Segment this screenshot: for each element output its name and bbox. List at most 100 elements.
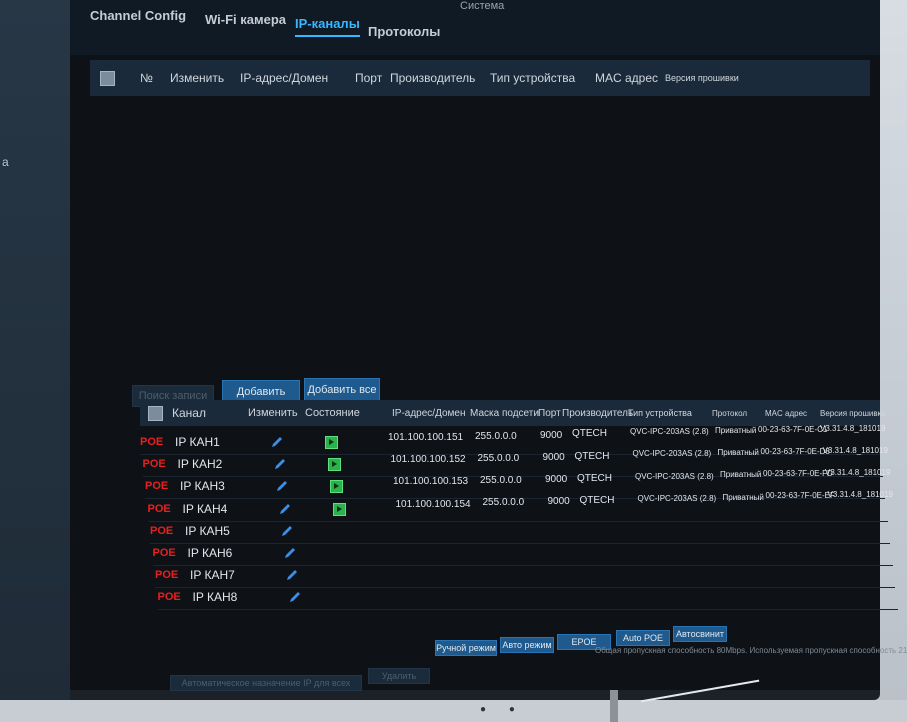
firmware-cell: V3.31.4.8_181019 — [825, 468, 891, 477]
mac-cell: 00-23-63-7F-0E-C1 — [758, 424, 828, 434]
channels-select-all-checkbox[interactable] — [148, 405, 163, 421]
channel-name: IP КАН4 — [182, 501, 228, 516]
device-type-cell: QVC-IPC-203AS (2.8) — [630, 427, 709, 437]
edit-pencil-icon[interactable] — [275, 479, 289, 493]
poe-label: POE — [152, 547, 176, 559]
col-mask: Маска подсети — [470, 407, 539, 419]
delete-button[interactable]: Удалить — [368, 668, 430, 684]
add-all-button[interactable]: Добавить все — [304, 378, 380, 402]
firmware-cell: V3.31.4.8_181019 — [822, 445, 888, 455]
edit-pencil-icon[interactable] — [280, 524, 294, 538]
top-nav: Channel Config Wi-Fi камера IP-каналы Пр… — [70, 0, 880, 55]
tab-channel-config[interactable]: Channel Config — [90, 8, 186, 23]
col-number: № — [140, 71, 153, 85]
monitor-stand — [610, 690, 618, 722]
search-table-header: № Изменить IP-адрес/Домен Порт Производи… — [90, 60, 870, 96]
status-play-icon[interactable] — [330, 480, 343, 494]
port-cell: 9000 — [540, 429, 563, 441]
tab-protocols[interactable]: Протоколы — [368, 24, 440, 39]
mask-cell: 255.0.0.0 — [480, 475, 522, 487]
protocol-cell: Приватный — [722, 492, 764, 502]
poe-label: POE — [157, 591, 181, 604]
col-vendor: Производитель — [390, 71, 476, 85]
auto-mode-button[interactable]: Авто режим — [500, 637, 554, 653]
port-cell: 9000 — [547, 496, 570, 508]
tab-system[interactable]: Система — [460, 0, 504, 12]
firmware-cell: V3.31.4.8_181019 — [820, 423, 886, 433]
tab-wifi-camera[interactable]: Wi-Fi камера — [205, 12, 286, 27]
col-firmware: Версия прошивки — [665, 73, 739, 83]
device-type-cell: QVC-IPC-203AS (2.8) — [632, 449, 712, 459]
edit-pencil-icon[interactable] — [270, 435, 284, 449]
protocol-cell: Приватный — [720, 470, 762, 480]
ip-cell: 101.100.100.151 — [388, 432, 464, 443]
port-cell: 9000 — [542, 451, 565, 463]
channel-name: IP КАН7 — [190, 568, 235, 583]
channel-name: IP КАН3 — [180, 479, 225, 494]
channel-name: IP КАН2 — [177, 457, 223, 472]
col-edit-ch: Изменить — [248, 407, 298, 419]
firmware-cell: V3.31.4.8_181019 — [827, 490, 893, 500]
side-label: a — [2, 155, 9, 169]
port-cell: 9000 — [545, 474, 568, 485]
col-vendor-ch: Производитель — [562, 407, 634, 419]
auto-button[interactable]: Автосвинит — [673, 626, 727, 642]
channel-name: IP КАН1 — [175, 435, 220, 449]
poe-label: POE — [142, 458, 166, 471]
table-row: POE IP КАН4 101.100.100.154 255.0.0.0 9000 QT… — [147, 490, 893, 522]
col-ip-ch: IP-адрес/Домен — [392, 407, 466, 419]
col-channel: Канал — [172, 406, 206, 420]
desk — [0, 700, 907, 722]
col-protocol: Протокол — [712, 408, 748, 418]
edit-pencil-icon[interactable] — [278, 502, 292, 516]
channel-name: IP КАН5 — [185, 523, 230, 538]
monitor-buttons: ● ● — [480, 704, 525, 715]
col-port-ch: Порт — [538, 407, 561, 419]
col-port: Порт — [355, 71, 383, 85]
mask-cell: 255.0.0.0 — [482, 497, 525, 509]
screen: Channel Config Wi-Fi камера IP-каналы Пр… — [70, 0, 907, 691]
auto-ip-assign-button[interactable]: Автоматическое назначение IP для всех — [170, 675, 362, 691]
vendor-cell: QTECH — [572, 428, 607, 440]
mask-cell: 255.0.0.0 — [475, 430, 517, 442]
vendor-cell: QTECH — [577, 472, 612, 484]
ip-cell: 101.100.100.152 — [390, 454, 466, 466]
vendor-cell: QTECH — [574, 450, 610, 462]
col-device-type-ch: Тип устройства — [628, 408, 692, 418]
col-edit: Изменить — [170, 71, 225, 85]
status-play-icon[interactable] — [332, 502, 346, 516]
tab-ip-channels[interactable]: IP-каналы — [295, 16, 360, 37]
edit-pencil-icon[interactable] — [283, 546, 297, 560]
ip-cell: 101.100.100.153 — [393, 476, 469, 488]
channel-table-header: Канал Изменить Состояние IP-адрес/Домен … — [140, 400, 886, 426]
status-play-icon[interactable] — [327, 458, 341, 472]
table-row: POE IP КАН5 — [150, 521, 890, 544]
manual-mode-button[interactable]: Ручной режим — [435, 640, 497, 656]
edit-pencil-icon[interactable] — [273, 457, 287, 471]
bandwidth-text: Общая пропускная способность 80Mbps. Исп… — [595, 646, 907, 655]
vendor-cell: QTECH — [579, 495, 615, 506]
protocol-cell: Приватный — [715, 426, 757, 435]
edit-pencil-icon[interactable] — [285, 568, 299, 582]
poe-label: POE — [145, 480, 169, 493]
device-type-cell: QVC-IPC-203AS (2.8) — [637, 493, 717, 503]
col-state: Состояние — [305, 407, 360, 419]
col-mac: MAC адрес — [595, 71, 659, 85]
select-all-checkbox[interactable] — [100, 70, 115, 86]
channel-name: IP КАН8 — [192, 590, 238, 605]
table-row: POE IP КАН8 — [157, 587, 898, 611]
col-device-type: Тип устройства — [490, 71, 576, 85]
poe-label: POE — [140, 436, 164, 448]
channel-name: IP КАН6 — [187, 546, 233, 560]
mac-cell: 00-23-63-7F-0E-EF — [765, 491, 835, 501]
status-play-icon[interactable] — [325, 436, 338, 449]
col-mac-ch: MAC адрес — [765, 408, 808, 418]
mask-cell: 255.0.0.0 — [477, 453, 520, 464]
edit-pencil-icon[interactable] — [288, 590, 302, 604]
col-firmware-ch: Версия прошивки — [820, 408, 886, 418]
poe-label: POE — [155, 569, 179, 582]
mac-cell: 00-23-63-7F-0E-D8 — [760, 447, 830, 456]
col-ip: IP-адрес/Домен — [240, 71, 329, 85]
auto-poe-button[interactable]: Auto POE — [616, 630, 670, 646]
poe-label: POE — [147, 502, 171, 515]
